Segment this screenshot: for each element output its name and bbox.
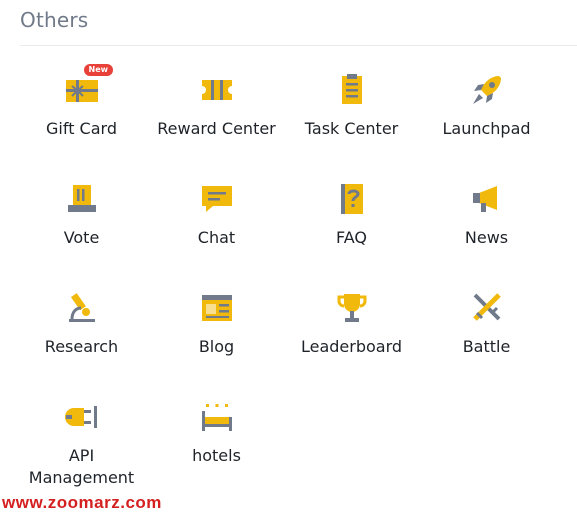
tile-label: Vote: [63, 228, 100, 247]
tile-research[interactable]: Research: [14, 288, 149, 397]
tile-label: Chat: [197, 228, 236, 247]
tile-label: News: [464, 228, 509, 247]
megaphone-icon: [467, 179, 507, 219]
tile-label: Battle: [462, 337, 511, 356]
tile-label: Blog: [198, 337, 235, 356]
watermark: www.zoomarz.com: [2, 493, 162, 512]
tile-label: Reward Center: [157, 119, 276, 138]
microscope-icon: [62, 288, 102, 328]
tile-news[interactable]: News: [419, 179, 554, 288]
tile-task-center[interactable]: Task Center: [284, 70, 419, 179]
tile-label: FAQ: [336, 228, 367, 247]
tile-battle[interactable]: Battle: [419, 288, 554, 397]
tile-label: Research: [44, 337, 119, 356]
newspaper-icon: [197, 288, 237, 328]
rocket-icon: [467, 70, 507, 110]
crossed-swords-icon: [467, 288, 507, 328]
gift-card-icon: New: [62, 64, 114, 110]
tile-hotels[interactable]: hotels: [149, 397, 284, 506]
tile-reward-center[interactable]: Reward Center: [149, 70, 284, 179]
new-badge: New: [83, 64, 114, 76]
tile-vote[interactable]: Vote: [14, 179, 149, 288]
ballot-box-icon: [62, 179, 102, 219]
tile-leaderboard[interactable]: Leaderboard: [284, 288, 419, 397]
question-book-icon: [332, 179, 372, 219]
tile-label: Leaderboard: [300, 337, 403, 356]
plug-icon: [62, 397, 102, 437]
tile-label: Gift Card: [46, 119, 117, 138]
tile-label: hotels: [192, 446, 241, 465]
tile-label: Task Center: [304, 119, 399, 138]
tile-faq[interactable]: FAQ: [284, 179, 419, 288]
tile-blog[interactable]: Blog: [149, 288, 284, 397]
tile-label: Launchpad: [442, 119, 531, 138]
tile-gift-card[interactable]: New Gift Card: [14, 64, 149, 179]
tile-api-management[interactable]: API Management: [14, 397, 149, 506]
tile-chat[interactable]: Chat: [149, 179, 284, 288]
others-grid: New Gift Card Reward Center Task Center: [14, 64, 554, 506]
divider: [20, 45, 577, 46]
clipboard-icon: [332, 70, 372, 110]
tile-launchpad[interactable]: Launchpad: [419, 70, 554, 179]
chat-bubble-icon: [197, 179, 237, 219]
bed-icon: [197, 397, 237, 437]
ticket-icon: [197, 70, 237, 110]
tile-label: API Management: [28, 446, 135, 487]
trophy-icon: [332, 288, 372, 328]
section-title: Others: [20, 8, 89, 32]
